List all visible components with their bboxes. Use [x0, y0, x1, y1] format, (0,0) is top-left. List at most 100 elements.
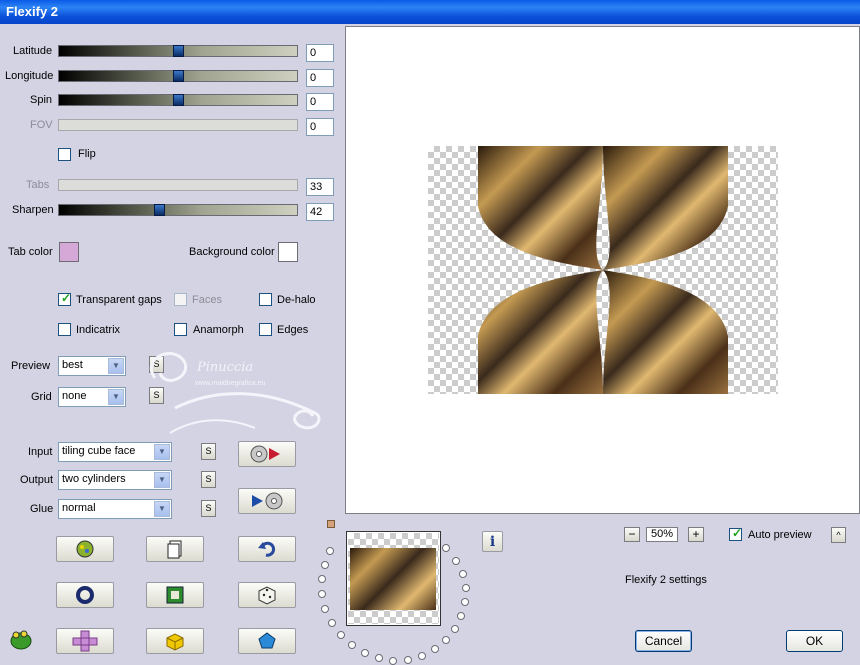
auto-preview-checkbox[interactable]: ✓ [729, 526, 742, 541]
auto-preview-label: Auto preview [748, 529, 812, 541]
grid-select[interactable]: none ▼ [58, 387, 126, 407]
pentagon-icon [258, 632, 276, 649]
edges-label: Edges [277, 324, 309, 336]
info-icon: i [489, 533, 496, 550]
load-preset-button[interactable] [238, 441, 296, 467]
undo-button[interactable] [238, 536, 296, 562]
edges-checkbox[interactable] [259, 323, 272, 336]
collapse-button[interactable]: ^ [831, 527, 846, 543]
dial-dot[interactable] [348, 641, 356, 649]
fov-label: FOV [30, 119, 53, 131]
logo [7, 627, 33, 651]
thumbnail-preview[interactable] [346, 531, 441, 626]
document-icon [167, 540, 182, 559]
copy-button[interactable] [146, 536, 204, 562]
chevron-down-icon: ▼ [108, 389, 124, 405]
indicatrix-label: Indicatrix [76, 324, 121, 336]
tabs-field[interactable]: 33 [306, 178, 334, 196]
reset-button[interactable] [56, 582, 114, 608]
dial-dot[interactable] [321, 561, 329, 569]
sharpen-label: Sharpen [12, 204, 54, 216]
glue-label: Glue [30, 503, 54, 515]
spin-slider-thumb[interactable] [173, 94, 184, 106]
transparent-gaps-checkbox[interactable]: ✓ [58, 291, 71, 306]
dial-dot[interactable] [321, 605, 329, 613]
longitude-slider-thumb[interactable] [173, 70, 184, 82]
dial-dot[interactable] [318, 575, 326, 583]
dial-dot[interactable] [452, 557, 460, 565]
frame-button[interactable] [146, 582, 204, 608]
sharpen-field[interactable]: 42 [306, 203, 334, 221]
grid-label: Grid [31, 391, 52, 403]
dial-dot[interactable] [418, 652, 426, 660]
dial-dot[interactable] [442, 636, 450, 644]
dial-dot[interactable] [451, 625, 459, 633]
glue-s-button[interactable]: S [201, 500, 216, 517]
random-button[interactable] [238, 582, 296, 608]
dial-dot[interactable] [431, 645, 439, 653]
dial-dot[interactable] [361, 649, 369, 657]
dial-dot[interactable] [459, 570, 467, 578]
spin-field[interactable]: 0 [306, 93, 334, 111]
glue-select-value: normal [62, 502, 96, 514]
dial-dot[interactable] [442, 544, 450, 552]
input-select[interactable]: tiling cube face ▼ [58, 442, 172, 462]
output-s-button[interactable]: S [201, 471, 216, 488]
input-s-button[interactable]: S [201, 443, 216, 460]
output-select[interactable]: two cylinders ▼ [58, 470, 172, 490]
dial-dot[interactable] [328, 619, 336, 627]
anamorph-label: Anamorph [193, 324, 244, 336]
glue-select[interactable]: normal ▼ [58, 499, 172, 519]
settings-label: Flexify 2 settings [625, 574, 707, 586]
latitude-slider[interactable] [58, 45, 298, 57]
flip-checkbox[interactable] [58, 148, 71, 161]
output-select-value: two cylinders [62, 473, 126, 485]
dial-dot[interactable] [404, 656, 412, 664]
undo-icon [258, 541, 276, 557]
dial-dot[interactable] [375, 654, 383, 662]
input-label: Input [28, 446, 53, 458]
navigator-handle[interactable] [327, 520, 335, 528]
latitude-slider-thumb[interactable] [173, 45, 184, 57]
longitude-field[interactable]: 0 [306, 69, 334, 87]
de-halo-checkbox[interactable] [259, 293, 272, 306]
sharpen-slider[interactable] [58, 204, 298, 216]
latitude-label: Latitude [13, 45, 53, 57]
dial-dot[interactable] [457, 612, 465, 620]
zoom-out-button[interactable]: − [624, 527, 640, 542]
output-label: Output [20, 474, 54, 486]
polyhedron-button[interactable] [238, 628, 296, 654]
preview-select[interactable]: best ▼ [58, 356, 126, 376]
tile-button[interactable] [56, 628, 114, 654]
tab-color-swatch[interactable] [59, 242, 79, 262]
sharpen-slider-thumb[interactable] [154, 204, 165, 216]
cross-tiles-icon [72, 630, 98, 652]
dial-dot[interactable] [326, 547, 334, 555]
indicatrix-checkbox[interactable] [58, 323, 71, 336]
randomize-color-button[interactable] [56, 536, 114, 562]
fov-field[interactable]: 0 [306, 118, 334, 136]
longitude-slider[interactable] [58, 70, 298, 82]
dial-dot[interactable] [462, 584, 470, 592]
anamorph-checkbox[interactable] [174, 323, 187, 336]
frog-logo-icon [10, 630, 32, 650]
chevron-down-icon: ▼ [154, 501, 170, 517]
dial-dot[interactable] [461, 598, 469, 606]
zoom-in-button[interactable]: + [688, 527, 704, 542]
dial-dot[interactable] [337, 631, 345, 639]
cube-button[interactable] [146, 628, 204, 654]
save-preset-button[interactable] [238, 488, 296, 514]
background-color-swatch[interactable] [278, 242, 298, 262]
ok-button[interactable]: OK [786, 630, 843, 652]
disc-load-icon [250, 445, 280, 463]
spin-label: Spin [30, 94, 53, 106]
dial-dot[interactable] [389, 657, 397, 665]
latitude-field[interactable]: 0 [306, 44, 334, 62]
main-preview[interactable] [345, 26, 860, 514]
spin-slider[interactable] [58, 94, 298, 106]
background-color-label: Background color [189, 246, 275, 258]
title-bar: Flexify 2 [0, 0, 860, 24]
dial-dot[interactable] [318, 590, 326, 598]
info-button[interactable]: i [482, 531, 503, 552]
cancel-button[interactable]: Cancel [635, 630, 692, 652]
